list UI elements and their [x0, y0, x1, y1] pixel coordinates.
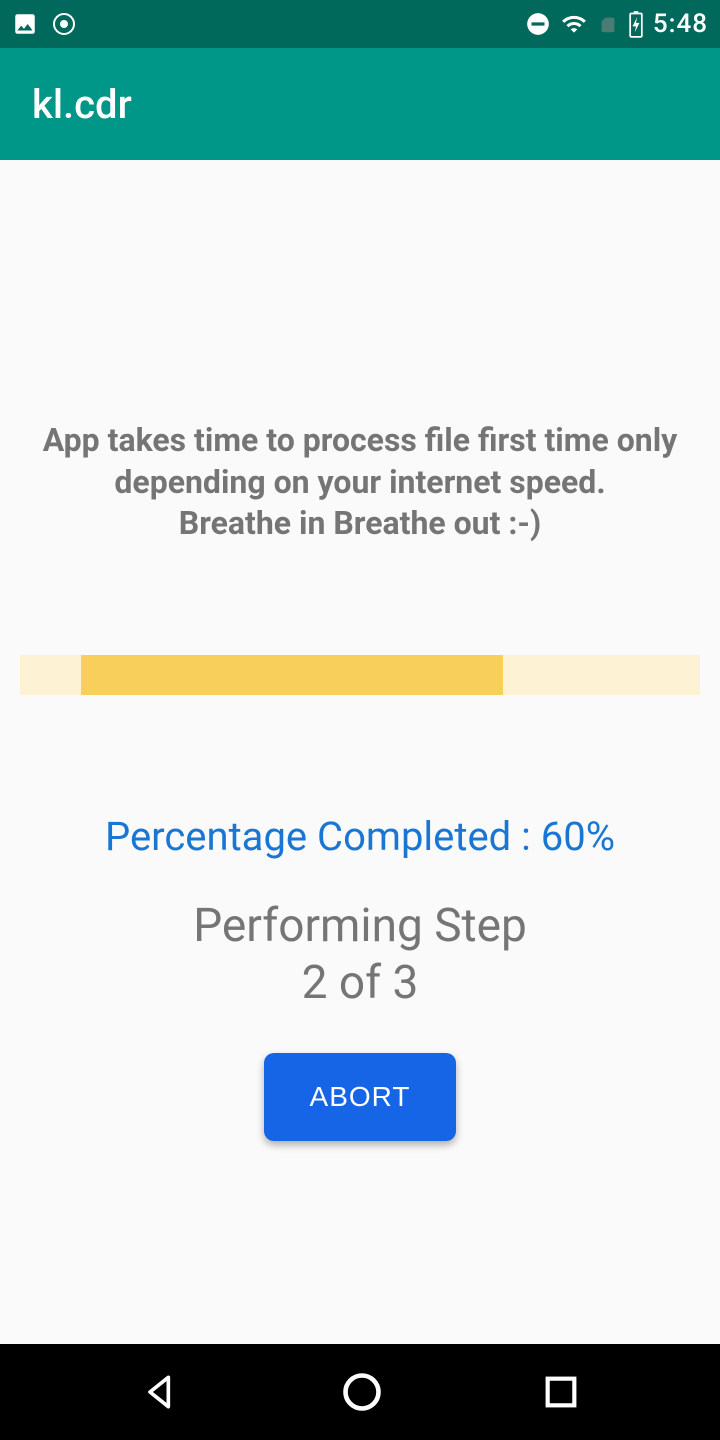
- progress-bar: [20, 655, 700, 695]
- navigation-bar: [0, 1344, 720, 1440]
- percentage-completed-label: Percentage Completed : 60%: [20, 813, 700, 860]
- abort-button[interactable]: ABORT: [264, 1053, 457, 1141]
- battery-charging-icon: [627, 10, 645, 38]
- status-right-icons: 5:48: [525, 9, 708, 39]
- wifi-icon: [559, 11, 589, 37]
- step-line-1: Performing Step: [193, 899, 527, 953]
- info-line-3: Breathe in Breathe out :-): [179, 504, 541, 542]
- home-icon[interactable]: [340, 1370, 384, 1414]
- back-icon[interactable]: [139, 1370, 183, 1414]
- status-left-icons: [12, 11, 76, 37]
- info-line-2: depending on your internet speed.: [114, 463, 605, 501]
- step-line-2: 2 of 3: [302, 956, 419, 1010]
- status-bar: 5:48: [0, 0, 720, 48]
- main-content: App takes time to process file first tim…: [0, 160, 720, 1344]
- app-bar: kl.cdr: [0, 48, 720, 160]
- no-sim-icon: [597, 11, 619, 37]
- info-line-1: App takes time to process file first tim…: [43, 421, 678, 459]
- app-title: kl.cdr: [32, 81, 132, 128]
- dnd-icon: [525, 11, 551, 37]
- progress-bar-fill: [81, 655, 503, 695]
- image-icon: [12, 11, 38, 37]
- circle-icon: [52, 12, 76, 36]
- status-time: 5:48: [653, 9, 708, 39]
- info-message: App takes time to process file first tim…: [20, 420, 700, 545]
- step-progress-label: Performing Step 2 of 3: [20, 898, 700, 1013]
- recents-icon[interactable]: [541, 1372, 581, 1412]
